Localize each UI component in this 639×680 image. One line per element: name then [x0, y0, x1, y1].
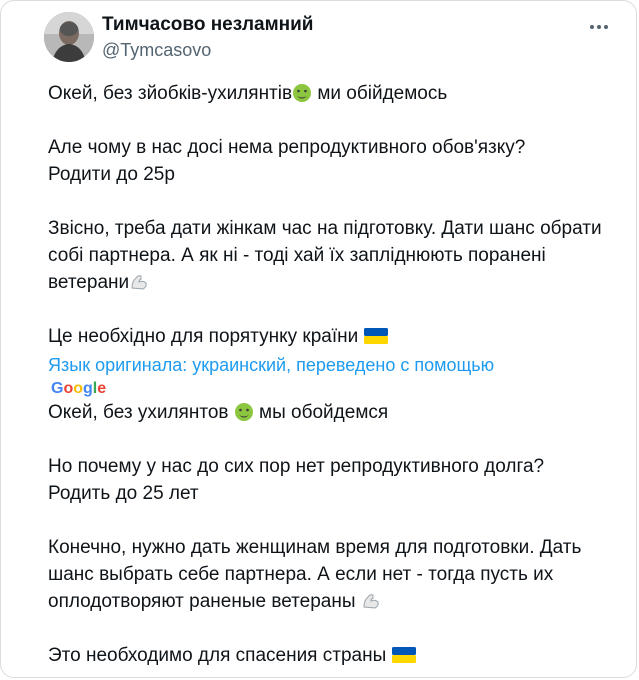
translated-p1-tail: мы обойдемся	[253, 402, 389, 423]
translated-p2-line1: Но почему у нас до сих пор нет репродукт…	[48, 456, 545, 477]
avatar[interactable]	[44, 12, 94, 62]
translated-paragraph-4: Это необходимо для спасения страны	[48, 642, 618, 669]
original-paragraph-2: Але чому в нас досі нема репродуктивного…	[48, 134, 618, 188]
original-paragraph-3: Звісно, треба дати жінкам час на підгото…	[48, 215, 618, 296]
original-p2-line2: Родити до 25р	[48, 164, 175, 185]
google-logo: Google	[51, 380, 107, 397]
ukraine-flag-emoji	[363, 328, 388, 344]
nauseated-face-emoji	[234, 403, 253, 421]
author-handle[interactable]: @Tymcasovo	[102, 40, 211, 61]
tweet-text: Окей, без зйобків-ухилянтів ми обійдемос…	[48, 80, 618, 669]
tweet-header: Тимчасово незламний @Tymcasovo	[44, 12, 624, 68]
translated-paragraph-3: Конечно, нужно дать женщинам время для п…	[48, 534, 618, 615]
nauseated-face-emoji	[293, 84, 312, 102]
translated-paragraph-1: Окей, без ухилянтов мы обойдемся	[48, 399, 618, 426]
original-p1-tail: ми обійдемось	[312, 83, 448, 104]
original-paragraph-4: Це необхідно для порятунку країни	[48, 323, 618, 350]
original-p2-line1: Але чому в нас досі нема репродуктивного…	[48, 137, 526, 158]
translated-paragraph-2: Но почему у нас до сих пор нет репродукт…	[48, 453, 618, 507]
translated-p1-text: Окей, без ухилянтов	[48, 402, 234, 423]
translation-note-text[interactable]: Язык оригинала: украинский, переведено с…	[48, 355, 494, 375]
translated-p2-line2: Родить до 25 лет	[48, 483, 199, 504]
original-p4-text: Це необхідно для порятунку країни	[48, 326, 364, 347]
author-name[interactable]: Тимчасово незламний	[102, 14, 313, 36]
original-p1-text: Окей, без зйобків-ухилянтів	[48, 83, 293, 104]
translation-note[interactable]: Язык оригинала: украинский, переведено с…	[48, 354, 618, 399]
translated-p4-text: Это необходимо для спасения страны	[48, 645, 392, 666]
ukraine-flag-emoji	[391, 647, 416, 663]
more-options-icon[interactable]	[588, 20, 610, 34]
original-paragraph-1: Окей, без зйобків-ухилянтів ми обійдемос…	[48, 80, 618, 107]
translated-p3-text: Конечно, нужно дать женщинам время для п…	[48, 537, 587, 612]
flexed-biceps-emoji	[363, 594, 379, 609]
flexed-biceps-emoji	[131, 275, 147, 290]
